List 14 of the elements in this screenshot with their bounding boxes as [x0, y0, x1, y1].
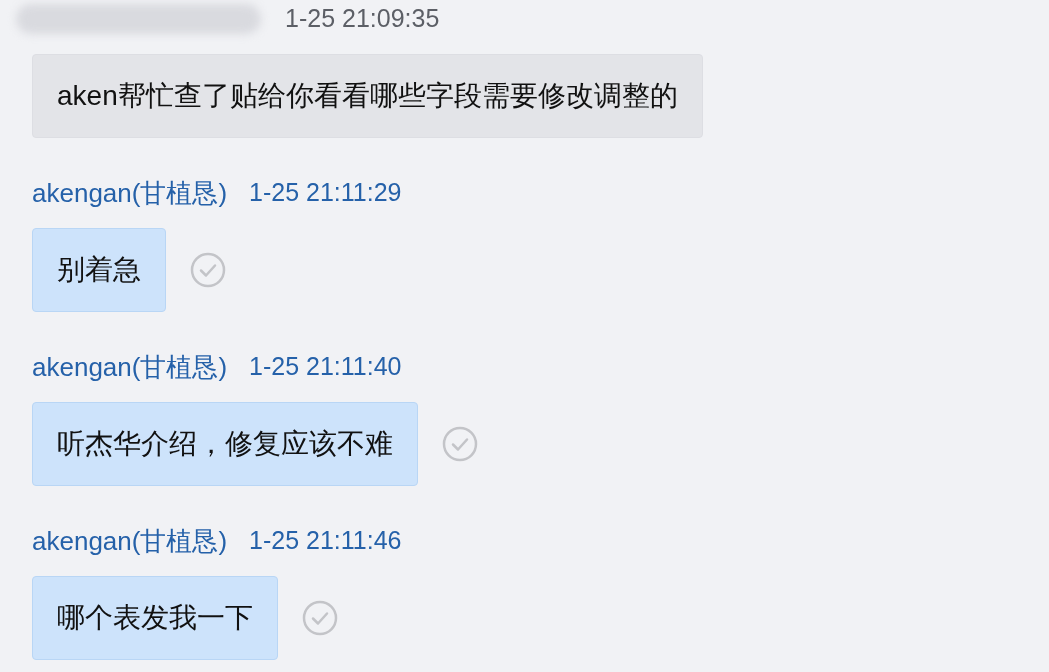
check-circle-icon — [190, 252, 226, 288]
message-bubble: 听杰华介绍，修复应该不难 — [32, 402, 418, 486]
message-time: 1-25 21:09:35 — [285, 3, 440, 35]
sender-name[interactable]: akengan(甘植恳) — [32, 521, 228, 561]
message-bubble: aken帮忙查了贴给你看看哪些字段需要修改调整的 — [32, 54, 703, 138]
sender-name[interactable]: akengan(甘植恳) — [32, 173, 228, 213]
message-time: 1-25 21:11:46 — [249, 525, 402, 557]
message-bubble: 别着急 — [32, 228, 166, 312]
check-circle-icon — [442, 426, 478, 462]
check-circle-icon — [302, 600, 338, 636]
message-time: 1-25 21:11:40 — [249, 351, 402, 383]
sender-name[interactable]: akengan(甘植恳) — [32, 347, 228, 387]
message-time: 1-25 21:11:29 — [249, 177, 402, 209]
message-bubble: 哪个表发我一下 — [32, 576, 278, 660]
